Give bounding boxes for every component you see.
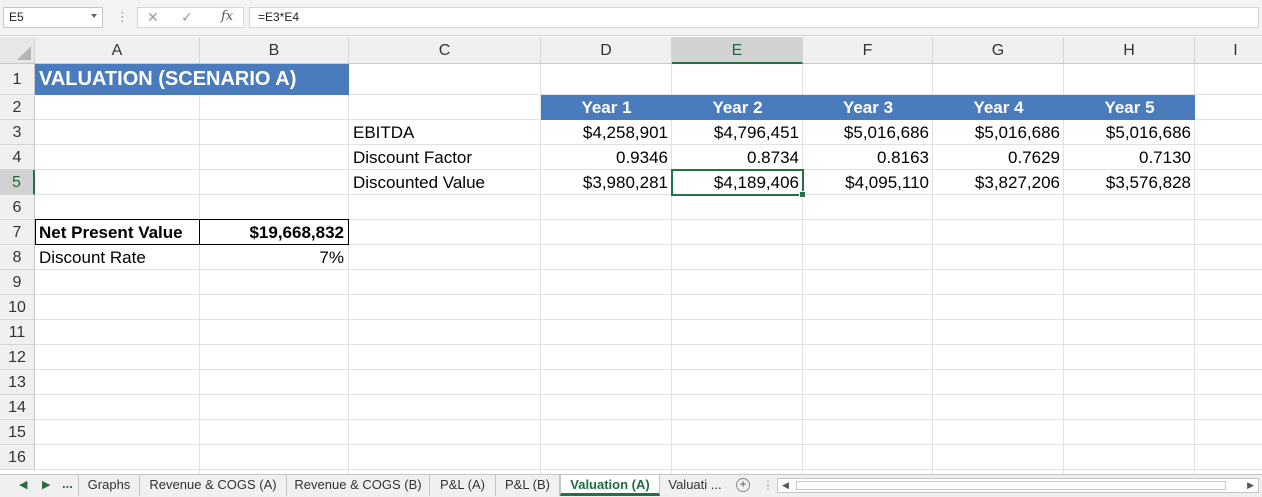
year-header-4[interactable]: Year 4 (933, 95, 1064, 120)
scroll-right-arrow-icon[interactable]: ▶ (1247, 480, 1254, 491)
year-header-2[interactable]: Year 2 (672, 95, 803, 120)
discount-factor-year-3[interactable]: 0.8163 (803, 145, 933, 170)
year-header-5[interactable]: Year 5 (1064, 95, 1195, 120)
name-box-dropdown-icon[interactable] (91, 14, 97, 18)
row-header-14[interactable]: 14 (0, 395, 35, 420)
tab-more-button[interactable]: ... (62, 476, 73, 491)
gridline (35, 344, 1262, 345)
discounted-value-year-5[interactable]: $3,576,828 (1064, 170, 1195, 195)
tab-graphs[interactable]: Graphs (78, 475, 140, 496)
row-header-6[interactable]: 6 (0, 195, 35, 220)
column-header-c[interactable]: C (349, 37, 541, 64)
row-header-9[interactable]: 9 (0, 270, 35, 295)
column-header-d[interactable]: D (541, 37, 672, 64)
column-header-b[interactable]: B (200, 37, 349, 64)
ebitda-year-5[interactable]: $5,016,686 (1064, 120, 1195, 145)
row-header-2[interactable]: 2 (0, 95, 35, 120)
gridline (35, 294, 1262, 295)
worksheet-grid: A B C D E F G H I 1 2 3 4 5 6 7 8 9 10 1… (0, 37, 1262, 474)
discounted-value-year-4[interactable]: $3,827,206 (933, 170, 1064, 195)
horizontal-scrollbar[interactable]: ◀ ▶ (777, 478, 1259, 493)
tab-valuation-a[interactable]: Valuation (A) (560, 475, 660, 496)
tab-scroll-right-icon[interactable]: ▶ (42, 478, 50, 491)
discount-factor-label[interactable]: Discount Factor (349, 145, 541, 170)
row-header-12[interactable]: 12 (0, 345, 35, 370)
scrollbar-thumb[interactable] (796, 481, 1226, 490)
row-header-7[interactable]: 7 (0, 220, 35, 245)
cancel-icon[interactable]: ✕ (147, 9, 159, 26)
discount-rate-value[interactable]: 7% (200, 245, 348, 270)
row-header-10[interactable]: 10 (0, 295, 35, 320)
sheet-title-cell[interactable]: VALUATION (SCENARIO A) (35, 64, 349, 95)
row-header-13[interactable]: 13 (0, 370, 35, 395)
gridline (35, 319, 1262, 320)
formula-buttons: ✕ ✓ fx (137, 7, 244, 28)
gridline (35, 419, 1262, 420)
fill-handle[interactable] (799, 191, 806, 198)
row-header-8[interactable]: 8 (0, 245, 35, 270)
discount-rate-label[interactable]: Discount Rate (35, 245, 199, 270)
discount-factor-year-4[interactable]: 0.7629 (933, 145, 1064, 170)
ebitda-year-1[interactable]: $4,258,901 (541, 120, 672, 145)
gridline (35, 469, 1262, 470)
ebitda-year-2[interactable]: $4,796,451 (672, 120, 803, 145)
npv-value[interactable]: $19,668,832 (200, 220, 348, 245)
sheet-tab-bar: ◀ ▶ ... Graphs Revenue & COGS (A) Revenu… (0, 474, 1262, 497)
discount-factor-year-1[interactable]: 0.9346 (541, 145, 672, 170)
add-sheet-icon[interactable]: + (736, 478, 750, 492)
ebitda-year-3[interactable]: $5,016,686 (803, 120, 933, 145)
row-header-4[interactable]: 4 (0, 145, 35, 170)
npv-label[interactable]: Net Present Value (35, 220, 199, 245)
formula-bar: E5 ⋮ ✕ ✓ fx =E3*E4 (0, 0, 1262, 36)
column-header-f[interactable]: F (803, 37, 933, 64)
discount-factor-year-2[interactable]: 0.8734 (672, 145, 803, 170)
enter-icon[interactable]: ✓ (181, 9, 193, 26)
column-header-a[interactable]: A (35, 37, 200, 64)
tab-pl-b[interactable]: P&L (B) (496, 475, 560, 496)
select-all-triangle-icon (17, 46, 31, 60)
discount-factor-year-5[interactable]: 0.7130 (1064, 145, 1195, 170)
discounted-value-year-3[interactable]: $4,095,110 (803, 170, 933, 195)
column-header-row: A B C D E F G H I (0, 37, 1262, 64)
discounted-value-year-1[interactable]: $3,980,281 (541, 170, 672, 195)
scroll-left-arrow-icon[interactable]: ◀ (782, 480, 789, 491)
tab-revenue-cogs-a[interactable]: Revenue & COGS (A) (140, 475, 287, 496)
name-box[interactable]: E5 (3, 7, 103, 28)
select-all-button[interactable] (0, 37, 35, 64)
row-header-1[interactable]: 1 (0, 64, 35, 95)
column-header-h[interactable]: H (1064, 37, 1195, 64)
row-header-16[interactable]: 16 (0, 445, 35, 470)
tab-valuation-b-truncated[interactable]: Valuati ... (660, 475, 730, 496)
year-header-1[interactable]: Year 1 (541, 95, 672, 120)
active-cell-selection[interactable] (671, 169, 804, 196)
column-header-e[interactable]: E (672, 37, 803, 64)
ebitda-year-4[interactable]: $5,016,686 (933, 120, 1064, 145)
ebitda-label[interactable]: EBITDA (349, 120, 541, 145)
cell-area[interactable]: VALUATION (SCENARIO A) Year 1 Year 2 Yea… (35, 64, 1262, 474)
tab-revenue-cogs-b[interactable]: Revenue & COGS (B) (287, 475, 430, 496)
column-header-g[interactable]: G (933, 37, 1064, 64)
gridline (35, 444, 1262, 445)
formula-input[interactable]: =E3*E4 (249, 7, 1259, 28)
column-header-i[interactable]: I (1195, 37, 1262, 64)
row-header-15[interactable]: 15 (0, 420, 35, 445)
gridline (35, 394, 1262, 395)
discounted-value-label[interactable]: Discounted Value (349, 170, 541, 195)
row-header-11[interactable]: 11 (0, 320, 35, 345)
year-header-3[interactable]: Year 3 (803, 95, 933, 120)
tab-splitter-icon[interactable]: ⋮ (762, 478, 774, 492)
row-header-5[interactable]: 5 (0, 170, 35, 195)
tab-pl-a[interactable]: P&L (A) (430, 475, 496, 496)
row-header-3[interactable]: 3 (0, 120, 35, 145)
gridline (35, 369, 1262, 370)
formula-bar-separator-icon: ⋮ (116, 9, 129, 24)
insert-function-icon[interactable]: fx (221, 9, 233, 24)
tab-scroll-left-icon[interactable]: ◀ (19, 478, 27, 491)
